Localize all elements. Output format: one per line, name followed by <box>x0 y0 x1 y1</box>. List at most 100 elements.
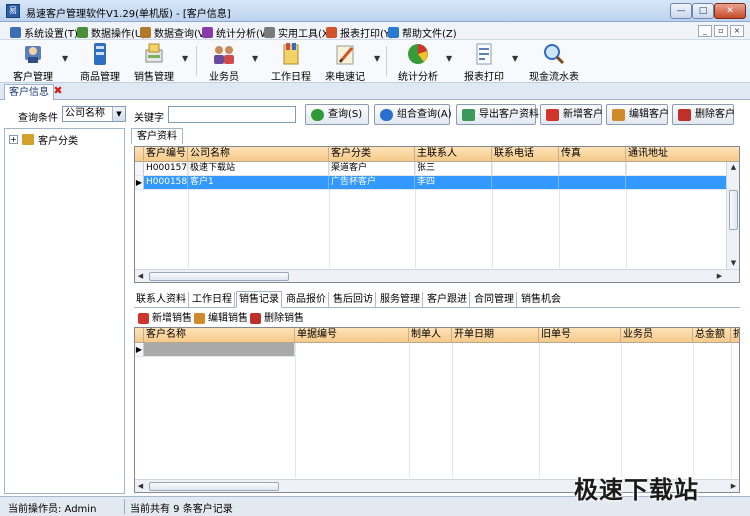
delete-customer-button[interactable]: 删除客户 <box>672 104 735 125</box>
button-label: 新增销售 <box>152 313 192 324</box>
cell-customer-name[interactable] <box>144 343 295 357</box>
menu-stats[interactable]: 统计分析(W) <box>202 25 274 40</box>
call-note-dropdown-icon[interactable]: ▼ <box>374 55 382 63</box>
edit-icon <box>194 313 205 324</box>
tab-follow-up[interactable]: 客户跟进 <box>425 292 470 308</box>
column-header[interactable]: 公司名称 <box>188 147 329 162</box>
scroll-up-icon[interactable]: ▲ <box>727 162 739 173</box>
vertical-scrollbar[interactable]: ▲ ▼ <box>726 162 739 269</box>
menu-tools[interactable]: 实用工具(X) <box>264 25 333 40</box>
table-row-selected[interactable]: ▶ H000158 客户1 广告杯客户 李四 <box>135 176 739 190</box>
toolbar-cash-flow-button[interactable]: 现金流水表 <box>526 42 582 83</box>
column-header[interactable]: 制单人 <box>409 328 452 343</box>
expand-icon[interactable]: + <box>9 135 18 144</box>
mdi-minimize-button[interactable]: _ <box>698 25 712 37</box>
close-button[interactable]: ✕ <box>714 3 746 19</box>
tab-after-sales[interactable]: 售后回访 <box>331 292 376 308</box>
edit-customer-button[interactable]: 编辑客户 <box>606 104 669 125</box>
scroll-right-icon[interactable]: ▶ <box>714 271 725 282</box>
menu-label: 帮助文件(Z) <box>402 29 457 40</box>
add-customer-button[interactable]: 新增客户 <box>540 104 603 125</box>
column-header[interactable]: 客户分类 <box>329 147 415 162</box>
toolbar-label: 业务员 <box>209 72 239 83</box>
search-row: 查询条件 公司名称 ▼ 关键字 查询(S) 组合查询(A) 导出客户资料 新增客… <box>0 101 750 128</box>
scroll-thumb[interactable] <box>149 272 289 281</box>
row-indicator-header <box>135 147 144 162</box>
cell-address <box>626 176 727 190</box>
add-sale-button[interactable]: 新增销售 <box>138 311 192 326</box>
column-header[interactable]: 客户名称 <box>144 328 295 343</box>
mdi-close-button[interactable]: × <box>730 25 744 37</box>
edit-icon <box>612 109 625 121</box>
toolbar-report-print-button[interactable]: 报表打印 <box>460 42 508 83</box>
menu-data-ops[interactable]: 数据操作(U) <box>77 25 146 40</box>
menu-data-query[interactable]: 数据查询(V) <box>140 25 209 40</box>
edit-sale-button[interactable]: 编辑销售 <box>194 311 248 326</box>
tab-customer-info[interactable]: 客户信息 <box>4 84 54 100</box>
column-header[interactable]: 旧单号 <box>539 328 621 343</box>
mdi-restore-button[interactable]: ▫ <box>714 25 728 37</box>
menu-system[interactable]: 系统设置(T) <box>10 25 78 40</box>
column-header[interactable]: 业务员 <box>621 328 693 343</box>
stats-icon <box>202 27 213 38</box>
tab-opportunities[interactable]: 销售机会 <box>519 292 563 308</box>
grid-line <box>731 343 732 478</box>
tree-node-root[interactable]: + 客户分类 <box>9 132 78 147</box>
column-header[interactable]: 通讯地址 <box>626 147 727 162</box>
tab-customer-data[interactable]: 客户资料 <box>131 128 183 144</box>
print-icon <box>326 27 337 38</box>
column-header[interactable]: 单据编号 <box>295 328 409 343</box>
tab-service[interactable]: 服务管理 <box>378 292 423 308</box>
horizontal-scrollbar[interactable]: ◀ ▶ <box>135 269 739 282</box>
grid-line <box>693 343 694 478</box>
toolbar-customer-manage-button[interactable]: 客户管理 <box>8 42 58 83</box>
menu-report[interactable]: 报表打印(Y) <box>326 25 394 40</box>
column-header[interactable]: 主联系人 <box>415 147 492 162</box>
sales-dropdown-icon[interactable]: ▼ <box>182 55 190 63</box>
tab-sales-records[interactable]: 销售记录 <box>236 291 282 308</box>
scroll-right-icon[interactable]: ▶ <box>728 481 739 492</box>
scroll-thumb[interactable] <box>729 190 738 230</box>
schedule-icon <box>277 42 305 66</box>
menu-label: 系统设置(T) <box>24 29 78 40</box>
toolbar-product-manage-button[interactable]: 商品管理 <box>76 42 124 83</box>
query-button[interactable]: 查询(S) <box>305 104 369 125</box>
tab-schedule[interactable]: 工作日程 <box>190 292 235 308</box>
column-header[interactable]: 总金额 <box>693 328 731 343</box>
combined-query-button[interactable]: 组合查询(A) <box>374 104 452 125</box>
export-customer-button[interactable]: 导出客户资料 <box>456 104 539 125</box>
keyword-input[interactable] <box>168 106 296 123</box>
scroll-left-icon[interactable]: ◀ <box>135 481 146 492</box>
salesman-dropdown-icon[interactable]: ▼ <box>252 55 260 63</box>
customer-dropdown-icon[interactable]: ▼ <box>62 55 70 63</box>
toolbar-schedule-button[interactable]: 工作日程 <box>266 42 316 83</box>
minimize-button[interactable]: — <box>670 3 692 19</box>
maximize-button[interactable]: □ <box>692 3 714 19</box>
call-note-icon <box>331 42 359 66</box>
tab-contacts[interactable]: 联系人资料 <box>134 292 189 308</box>
scroll-left-icon[interactable]: ◀ <box>135 271 146 282</box>
column-header[interactable]: 客户编号 <box>144 147 188 162</box>
analysis-dropdown-icon[interactable]: ▼ <box>446 55 454 63</box>
cell-category: 渠道客户 <box>329 162 415 176</box>
close-tab-icon[interactable]: ✖ <box>52 85 64 97</box>
report-dropdown-icon[interactable]: ▼ <box>512 55 520 63</box>
column-header[interactable]: 联系电话 <box>492 147 559 162</box>
column-header[interactable]: 开单日期 <box>452 328 539 343</box>
toolbar-analysis-button[interactable]: 统计分析 <box>394 42 442 83</box>
scroll-down-icon[interactable]: ▼ <box>727 258 739 269</box>
scroll-thumb[interactable] <box>149 482 279 491</box>
menu-help[interactable]: 帮助文件(Z) <box>388 25 457 40</box>
toolbar-sales-manage-button[interactable]: 销售管理 <box>130 42 178 83</box>
tab-contracts[interactable]: 合同管理 <box>472 292 517 308</box>
table-row[interactable]: H000157 极速下载站 渠道客户 张三 <box>135 162 739 176</box>
column-header[interactable]: 折 <box>731 328 739 343</box>
tab-quotes[interactable]: 商品报价 <box>284 292 329 308</box>
delete-sale-button[interactable]: 删除销售 <box>250 311 304 326</box>
table-row-new[interactable]: ▶ <box>135 343 739 357</box>
cell-fax <box>559 162 626 176</box>
toolbar-call-note-button[interactable]: 来电速记 <box>320 42 370 83</box>
toolbar-salesman-button[interactable]: 业务员 <box>202 42 246 83</box>
column-header[interactable]: 传真 <box>559 147 626 162</box>
query-condition-select[interactable]: 公司名称 ▼ <box>62 106 126 122</box>
